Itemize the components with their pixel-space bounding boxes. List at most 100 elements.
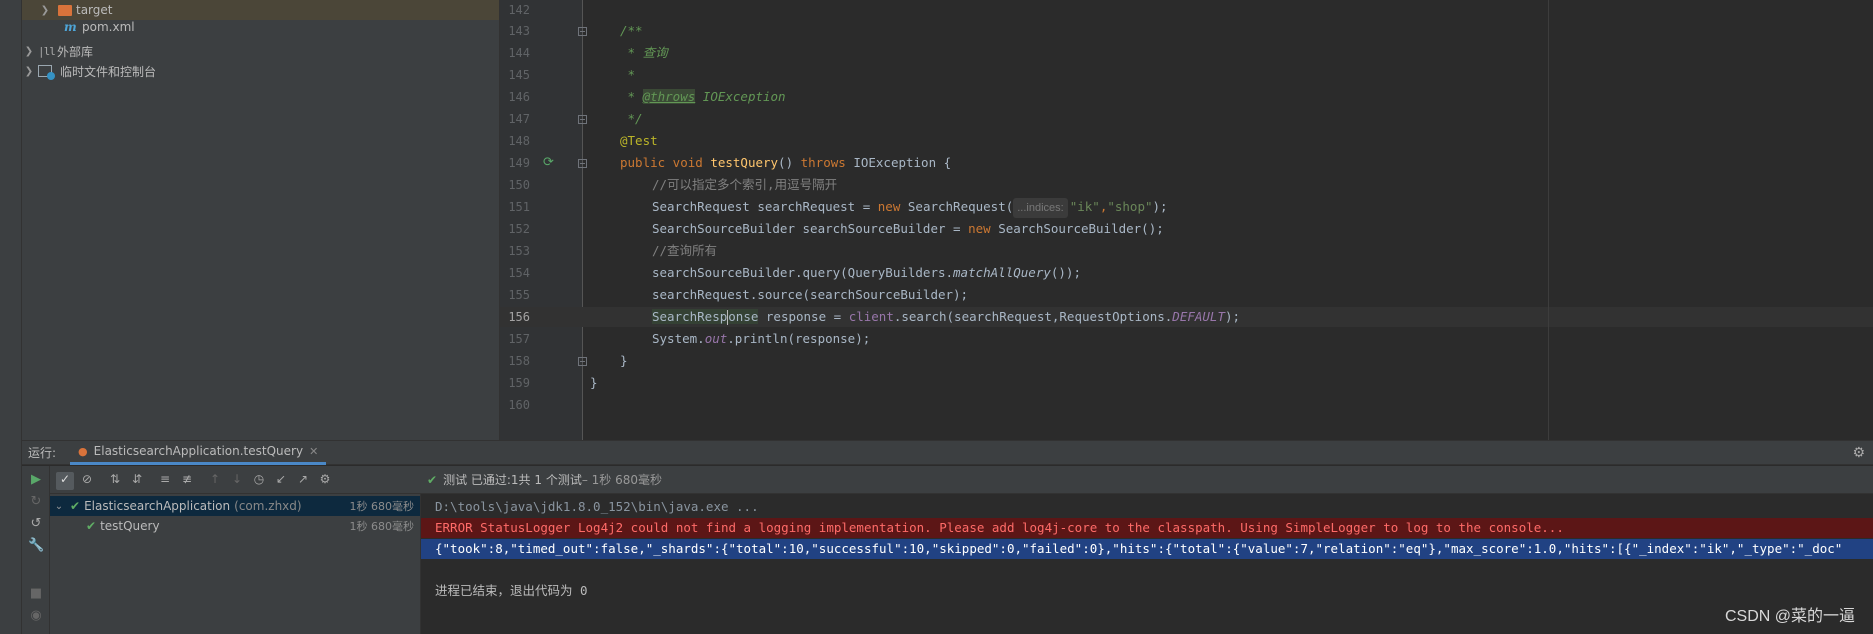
line-number: 143 <box>508 24 530 38</box>
history-icon[interactable]: ◷ <box>250 472 268 490</box>
chevron-right-icon[interactable]: ❯ <box>22 46 36 57</box>
code-line-153: //查询所有 <box>652 243 718 258</box>
code-line-144: * 查询 <box>620 45 668 60</box>
tree-item-external-libraries[interactable]: ❯ |ll 外部库 <box>22 41 499 61</box>
sort-duration-icon[interactable]: ⇵ <box>128 472 146 490</box>
next-failed-icon[interactable]: ↓ <box>228 472 246 490</box>
close-icon[interactable]: ✕ <box>309 445 318 458</box>
code-line-156: SearchResponse response = client.search(… <box>652 307 1240 327</box>
run-left-toolbar: ▶ ↻ ↺ 🔧 ■ ◉ <box>22 466 50 634</box>
rerun-failed-icon[interactable]: ↻ <box>28 494 44 510</box>
code-token: SearchResp <box>652 309 728 324</box>
test-tree-toolbar: ✓ ⊘ ⇅ ⇵ ≡ ≢ ↑ ↓ ◷ ↙ ↗ ⚙ <box>50 466 421 494</box>
run-test-gutter-icon[interactable]: ⟳ <box>543 155 554 170</box>
line-number: 142 <box>508 3 530 17</box>
test-suite-row[interactable]: ⌄ ✔ ElasticsearchApplication (com.zhxd) … <box>50 496 420 516</box>
passed-check-icon: ✔ <box>427 472 438 487</box>
expand-all-icon[interactable]: ≡ <box>156 472 174 490</box>
wrench-icon[interactable]: 🔧 <box>28 538 44 554</box>
code-token: .println(response); <box>727 331 871 346</box>
import-tests-icon[interactable]: ↙ <box>272 472 290 490</box>
code-token: public void <box>620 155 711 170</box>
folder-icon <box>58 4 72 16</box>
line-number: 152 <box>508 222 530 236</box>
run-panel-header: 运行: ● ElasticsearchApplication.testQuery… <box>22 440 1873 465</box>
tree-item-label: pom.xml <box>82 20 135 34</box>
console-output[interactable]: D:\tools\java\jdk1.8.0_152\bin\java.exe … <box>421 494 1873 634</box>
tree-item-label: target <box>76 3 113 17</box>
code-line-158: } <box>620 353 628 368</box>
gear-icon[interactable]: ⚙ <box>1852 445 1865 461</box>
test-status-bar: ✔ 测试 已通过: 1共 1 个测试 – 1秒 680毫秒 <box>421 466 1873 494</box>
collapse-all-icon[interactable]: ≢ <box>178 472 196 490</box>
show-ignored-icon[interactable]: ⊘ <box>78 472 96 490</box>
run-tab[interactable]: ● ElasticsearchApplication.testQuery ✕ <box>70 440 327 465</box>
test-case-row[interactable]: ✔ testQuery 1秒 680毫秒 <box>50 516 420 536</box>
test-suite-label: ElasticsearchApplication <box>84 499 231 513</box>
line-number: 155 <box>508 288 530 302</box>
passed-check-icon: ✔ <box>70 499 81 513</box>
test-settings-gear-icon[interactable]: ⚙ <box>316 472 334 490</box>
rerun-icon[interactable]: ▶ <box>28 472 44 488</box>
sort-alpha-icon[interactable]: ⇅ <box>106 472 124 490</box>
line-number: 158 <box>508 354 530 368</box>
code-token: matchAllQuery <box>953 265 1051 280</box>
code-line-155: searchRequest.source(searchSourceBuilder… <box>652 287 969 302</box>
status-time: – 1秒 680毫秒 <box>581 473 662 487</box>
fold-marker-icon[interactable] <box>578 115 587 124</box>
code-token: () <box>778 155 801 170</box>
code-line-154: searchSourceBuilder.query(QueryBuilders.… <box>652 263 1081 283</box>
camera-icon[interactable]: ◉ <box>28 608 44 624</box>
test-duration: 1秒 680毫秒 <box>349 500 415 513</box>
code-token: new <box>968 221 999 236</box>
fold-marker-icon[interactable] <box>578 159 587 168</box>
test-suite-package: (com.zhxd) <box>234 499 302 513</box>
chevron-right-icon[interactable]: ❯ <box>38 5 52 16</box>
fold-marker-icon[interactable] <box>578 357 587 366</box>
code-token: System. <box>652 331 705 346</box>
chevron-right-icon[interactable]: ❯ <box>22 66 36 77</box>
console-exit-line: 进程已结束，退出代码为 0 <box>435 583 588 598</box>
tree-item-scratches[interactable]: ❯ 临时文件和控制台 <box>22 61 499 81</box>
code-token: SearchRequest( <box>907 199 1014 214</box>
code-token: DEFAULT <box>1172 309 1225 324</box>
line-number: 154 <box>508 266 530 280</box>
passed-check-icon: ✔ <box>86 519 97 533</box>
code-line-159: } <box>590 375 598 390</box>
tree-item-pom[interactable]: m pom.xml <box>22 17 499 37</box>
scratches-icon <box>38 65 55 80</box>
line-number: 151 <box>508 200 530 214</box>
run-tab-label: ElasticsearchApplication.testQuery <box>93 444 304 458</box>
code-token: new <box>877 199 908 214</box>
code-token: ); <box>1224 309 1241 324</box>
export-tests-icon[interactable]: ↗ <box>294 472 312 490</box>
library-icon: |ll <box>38 44 56 58</box>
line-number: 148 <box>508 134 530 148</box>
fold-marker-icon[interactable] <box>578 27 587 36</box>
code-token: client <box>848 309 894 324</box>
javadoc-tag: @throws <box>642 89 696 104</box>
code-line-152: SearchSourceBuilder searchSourceBuilder … <box>652 219 1164 239</box>
show-passed-icon[interactable]: ✓ <box>56 472 74 490</box>
toggle-auto-test-icon[interactable]: ↺ <box>28 516 44 532</box>
line-number: 149 <box>508 156 530 170</box>
maven-file-icon: m <box>64 20 77 34</box>
line-number: 159 <box>508 376 530 390</box>
code-token: searchSourceBuilder.query(QueryBuilders. <box>652 265 954 280</box>
line-number: 153 <box>508 244 530 258</box>
tree-item-label: 临时文件和控制台 <box>60 64 157 79</box>
test-case-label: testQuery <box>100 519 160 533</box>
line-number: 145 <box>508 68 530 82</box>
code-token: ); <box>1152 199 1168 214</box>
code-token: .search(searchRequest,RequestOptions. <box>893 309 1173 324</box>
status-prefix: 测试 已通过: <box>443 473 511 487</box>
line-number: 150 <box>508 178 530 192</box>
project-tree: ❯ target m pom.xml ❯ |ll 外部库 ❯ 临时文件和控制台 <box>22 0 500 440</box>
stop-icon[interactable]: ■ <box>28 586 44 602</box>
left-tool-strip <box>0 0 22 634</box>
code-token: "shop" <box>1107 199 1153 214</box>
javadoc-text: IOException <box>695 89 786 104</box>
console-command-line: D:\tools\java\jdk1.8.0_152\bin\java.exe … <box>435 499 759 514</box>
previous-failed-icon[interactable]: ↑ <box>206 472 224 490</box>
chevron-down-icon[interactable]: ⌄ <box>52 501 66 512</box>
